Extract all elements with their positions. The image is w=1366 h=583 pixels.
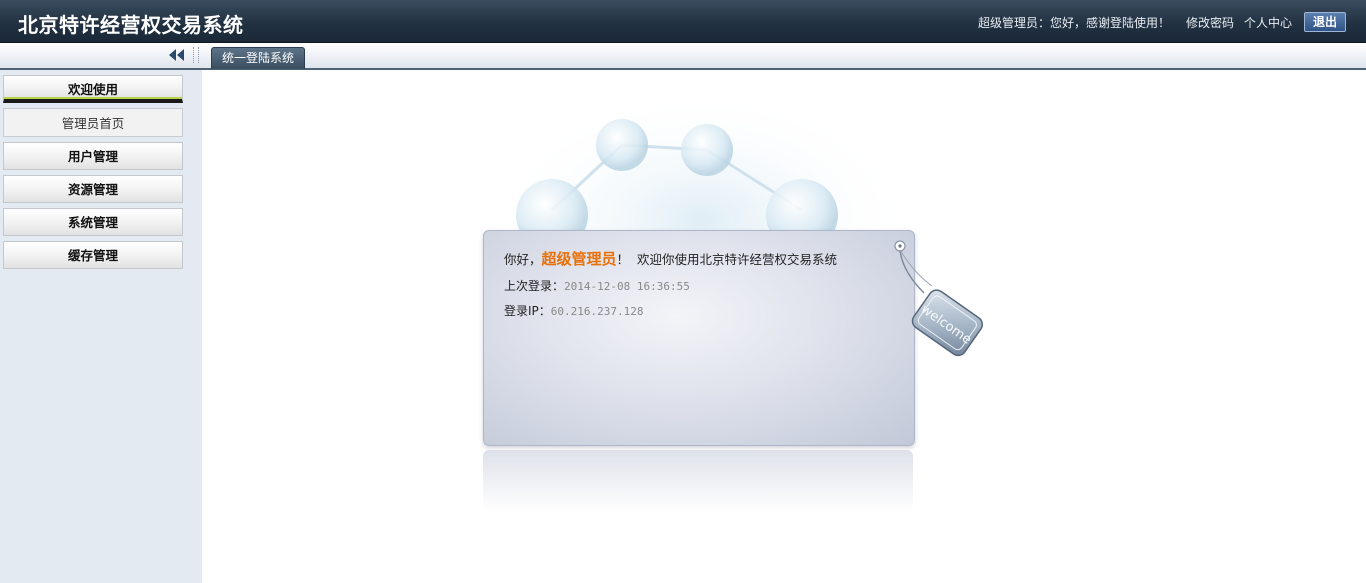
app-title: 北京特许经营权交易系统 xyxy=(18,13,244,37)
sidebar-item-resource-management[interactable]: 资源管理 xyxy=(3,175,183,203)
welcome-text: 欢迎你使用北京特许经营权交易系统 xyxy=(637,252,838,267)
sidebar-item-cache-management[interactable]: 缓存管理 xyxy=(3,241,183,269)
last-login-row: 上次登录：2014-12-08 16:36:55 xyxy=(504,277,690,294)
sidebar-item-user-management[interactable]: 用户管理 xyxy=(3,142,183,170)
sidebar-item-welcome[interactable]: 欢迎使用 xyxy=(3,75,183,103)
welcome-message-line: 你好，超级管理员！ 欢迎你使用北京特许经营权交易系统 xyxy=(504,248,837,269)
user-greeting: 超级管理员：您好，感谢登陆使用！ xyxy=(977,15,1170,30)
sidebar: 欢迎使用 管理员首页 用户管理 资源管理 系统管理 缓存管理 xyxy=(0,70,202,583)
divider-grip xyxy=(193,47,199,63)
login-ip-row: 登录IP：60.216.237.128 xyxy=(504,302,644,319)
login-ip-value: 60.216.237.128 xyxy=(550,305,644,318)
last-login-label: 上次登录： xyxy=(504,279,565,293)
last-login-value: 2014-12-08 16:36:55 xyxy=(564,280,690,293)
welcome-username: 超级管理员 xyxy=(541,250,617,268)
logout-button[interactable]: 退出 xyxy=(1304,12,1346,32)
login-ip-label: 登录IP： xyxy=(504,304,551,318)
top-header: 北京特许经营权交易系统 超级管理员：您好，感谢登陆使用！ 修改密码 个人中心 退… xyxy=(0,0,1366,43)
personal-center-link[interactable]: 个人中心 xyxy=(1244,14,1292,31)
tab-unified-login[interactable]: 统一登陆系统 xyxy=(211,47,306,69)
welcome-card-reflection xyxy=(483,450,913,512)
welcome-exclaim: ！ xyxy=(616,252,630,267)
welcome-tag-icon: welcome xyxy=(894,240,984,357)
main-content: 你好，超级管理员！ 欢迎你使用北京特许经营权交易系统 上次登录：2014-12-… xyxy=(202,70,1366,583)
sidebar-item-system-management[interactable]: 系统管理 xyxy=(3,208,183,236)
collapse-sidebar-icon[interactable] xyxy=(168,48,186,62)
header-user-bar: 超级管理员：您好，感谢登陆使用！ 修改密码 个人中心 退出 xyxy=(978,12,1346,32)
welcome-card: 你好，超级管理员！ 欢迎你使用北京特许经营权交易系统 上次登录：2014-12-… xyxy=(483,230,915,446)
welcome-hello: 你好， xyxy=(504,252,542,267)
sidebar-subitem-admin-home[interactable]: 管理员首页 xyxy=(3,108,183,137)
change-password-link[interactable]: 修改密码 xyxy=(1186,14,1234,31)
tab-bar: 统一登陆系统 xyxy=(0,43,1366,70)
